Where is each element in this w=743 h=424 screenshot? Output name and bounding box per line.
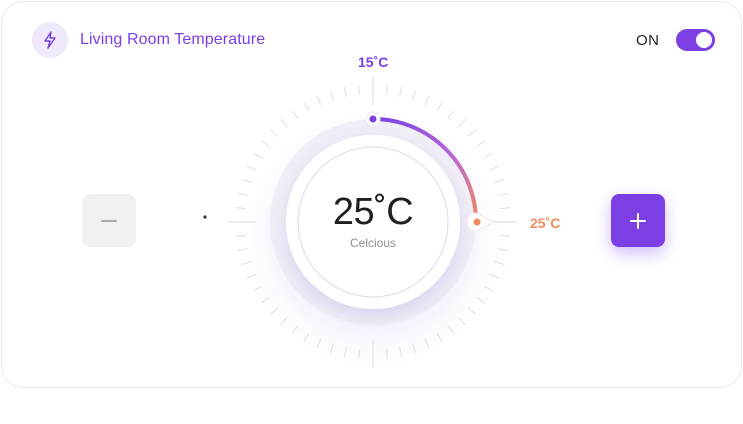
increase-temperature-button[interactable] bbox=[611, 194, 665, 247]
plus-icon bbox=[630, 212, 646, 229]
min-temperature-handle[interactable] bbox=[365, 111, 381, 127]
temperature-readout: 25˚C bbox=[332, 191, 414, 233]
dot-marker bbox=[203, 215, 207, 219]
minus-icon bbox=[101, 219, 117, 222]
decrease-temperature-button[interactable] bbox=[82, 194, 136, 247]
current-temperature-label: 25˚C bbox=[530, 215, 561, 231]
temperature-unit: Celcious bbox=[349, 236, 397, 250]
min-temperature-label: 15˚C bbox=[358, 54, 389, 70]
